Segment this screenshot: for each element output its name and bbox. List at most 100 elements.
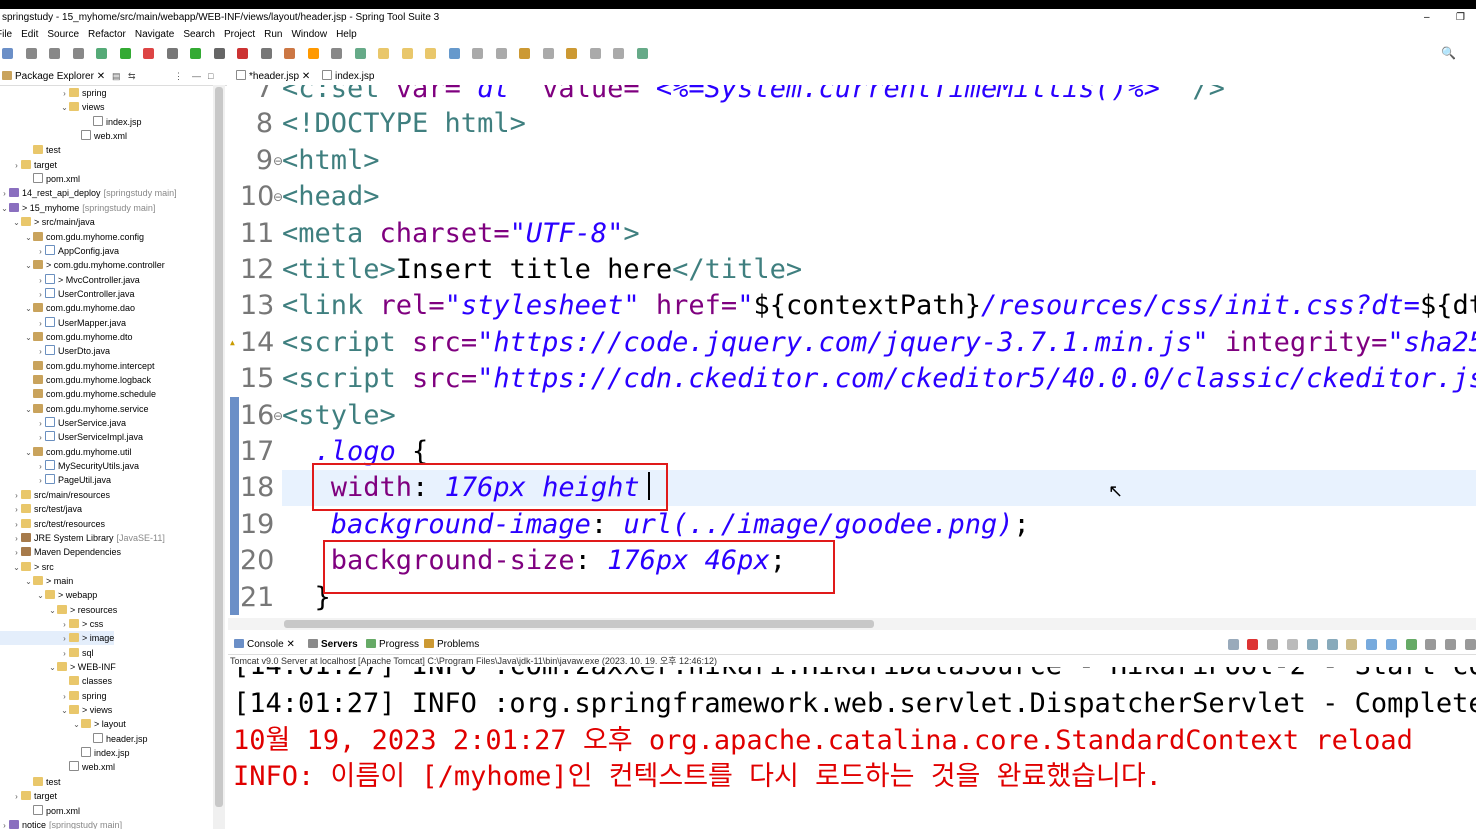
toolbar-tool-icon[interactable] [143, 48, 154, 59]
tree-item[interactable]: test [0, 775, 61, 789]
menu-source[interactable]: Source [47, 27, 79, 43]
code-line[interactable]: 9 ⊖ <html> [228, 143, 1476, 179]
minimize-button[interactable]: – [1424, 9, 1430, 27]
tree-item[interactable]: test [0, 143, 61, 157]
toolbar-tool-icon[interactable] [589, 48, 601, 59]
tree-item[interactable]: › > css [0, 617, 103, 631]
toolbar-tool-icon[interactable] [378, 48, 389, 59]
new-console-icon[interactable] [1405, 639, 1417, 650]
warning-icon[interactable]: ▲ [230, 338, 239, 347]
tree-item[interactable]: classes [0, 674, 112, 688]
tree-item[interactable]: › target [0, 789, 57, 803]
collapse-all-icon[interactable]: ▤ [112, 68, 121, 85]
tree-item[interactable]: › JRE System Library [JavaSE-11] [0, 531, 165, 545]
toolbar-tool-icon[interactable] [542, 48, 554, 59]
tree-item[interactable]: ⌄ > main [0, 574, 73, 588]
tree-item[interactable]: ⌄ com.gdu.myhome.config [0, 230, 144, 244]
toolbar-tool-icon[interactable] [566, 48, 577, 59]
menu-project[interactable]: Project [224, 27, 255, 43]
code-line[interactable]: 16 ⊖ <style> [228, 398, 1476, 434]
collapsed-arrow-icon[interactable]: › [36, 245, 45, 259]
toolbar-tool-icon[interactable] [2, 48, 13, 59]
collapsed-arrow-icon[interactable]: › [12, 503, 21, 517]
tab-console[interactable]: Console ✕ [234, 636, 295, 654]
tree-item[interactable]: pom.xml [0, 172, 80, 186]
collapsed-arrow-icon[interactable]: › [60, 690, 69, 704]
toolbar-tool-icon[interactable] [401, 48, 413, 59]
toolbar-tool-icon[interactable] [519, 48, 530, 59]
collapsed-arrow-icon[interactable]: › [12, 518, 21, 532]
show-console-icon[interactable] [1346, 639, 1358, 650]
collapsed-arrow-icon[interactable]: › [36, 431, 45, 445]
toolbar-tool-icon[interactable] [49, 48, 60, 59]
menu-refactor[interactable]: Refactor [88, 27, 126, 43]
collapsed-arrow-icon[interactable]: › [36, 274, 45, 288]
tree-item[interactable]: ⌄ com.gdu.myhome.util [0, 445, 132, 459]
tree-item[interactable]: › PageUtil.java [0, 473, 111, 487]
close-icon[interactable]: ✕ [284, 639, 294, 650]
tree-item[interactable]: ⌄ > views [0, 703, 112, 717]
tree-item[interactable]: com.gdu.myhome.intercept [0, 359, 155, 373]
editor-tab[interactable]: index.jsp [322, 68, 374, 85]
close-icon[interactable]: ✕ [299, 71, 310, 82]
toolbar-tool-icon[interactable] [96, 48, 107, 59]
expanded-arrow-icon[interactable]: ⌄ [24, 446, 33, 460]
expanded-arrow-icon[interactable]: ⌄ [48, 661, 57, 675]
console-output[interactable]: [14:01:27] INFO :com.zaxxer.hikari.Hikar… [228, 667, 1476, 829]
expanded-arrow-icon[interactable]: ⌄ [12, 216, 21, 230]
code-line[interactable]: 7 <c:set var="dt" value="<%=System.curren… [228, 85, 1476, 107]
menu-run[interactable]: Run [264, 27, 282, 43]
toolbar-tool-icon[interactable] [307, 48, 319, 59]
console-view-menu-icon[interactable] [1425, 639, 1437, 650]
collapsed-arrow-icon[interactable]: › [60, 87, 69, 101]
collapsed-arrow-icon[interactable]: › [36, 417, 45, 431]
code-line[interactable]: 14 ▲ <script src="https://code.jquery.com/… [228, 325, 1476, 361]
tree-item[interactable]: ⌄ com.gdu.myhome.dao [0, 301, 135, 315]
collapsed-arrow-icon[interactable]: › [36, 345, 45, 359]
tab-servers[interactable]: Servers [308, 636, 358, 654]
collapsed-arrow-icon[interactable]: › [0, 819, 9, 829]
menu-search[interactable]: Search [183, 27, 215, 43]
tree-item[interactable]: pom.xml [0, 804, 80, 818]
tree-item[interactable]: › src/main/resources [0, 488, 110, 502]
toolbar-tool-icon[interactable] [72, 48, 84, 59]
collapsed-arrow-icon[interactable]: › [60, 647, 69, 661]
tree-item[interactable]: › UserMapper.java [0, 316, 126, 330]
code-line[interactable]: 11 <meta charset="UTF-8"> [228, 216, 1476, 252]
code-line[interactable]: 13 <link rel="stylesheet" href="${context… [228, 288, 1476, 324]
expanded-arrow-icon[interactable]: ⌄ [72, 718, 81, 732]
tree-item[interactable]: index.jsp [0, 115, 142, 129]
collapsed-arrow-icon[interactable]: › [12, 532, 21, 546]
toolbar-tool-icon[interactable] [331, 48, 342, 59]
maximize-view-icon[interactable]: □ [208, 68, 213, 85]
open-console-icon[interactable] [1385, 639, 1397, 650]
tree-item[interactable]: com.gdu.myhome.logback [0, 373, 151, 387]
collapsed-arrow-icon[interactable]: › [12, 546, 21, 560]
expanded-arrow-icon[interactable]: ⌄ [12, 561, 21, 575]
tree-item[interactable]: › spring [0, 86, 107, 100]
collapsed-arrow-icon[interactable]: › [36, 474, 45, 488]
remove-launch-icon[interactable] [1267, 639, 1279, 650]
menu-file[interactable]: File [0, 27, 12, 43]
tree-item[interactable]: ⌄ > WEB-INF [0, 660, 116, 674]
tab-problems[interactable]: Problems [424, 636, 479, 654]
tab-progress[interactable]: Progress [366, 636, 419, 654]
tree-item[interactable]: com.gdu.myhome.schedule [0, 387, 156, 401]
tree-item[interactable]: › 14_rest_api_deploy [springstudy main] [0, 186, 177, 200]
tree-item[interactable]: › > MvcController.java [0, 273, 140, 287]
toolbar-tool-icon[interactable] [448, 48, 460, 59]
menu-navigate[interactable]: Navigate [135, 27, 174, 43]
tree-item[interactable]: header.jsp [0, 732, 148, 746]
toolbar-tool-icon[interactable] [636, 48, 648, 59]
tree-item[interactable]: web.xml [0, 760, 115, 774]
tree-item[interactable]: › UserController.java [0, 287, 135, 301]
toolbar-tool-icon[interactable] [25, 48, 37, 59]
tree-item[interactable]: › sql [0, 646, 94, 660]
collapsed-arrow-icon[interactable]: › [60, 632, 69, 646]
tree-item[interactable]: ⌄ > 15_myhome [springstudy main] [0, 201, 155, 215]
tree-item[interactable]: › MySecurityUtils.java [0, 459, 139, 473]
tree-item[interactable]: ⌄ > src [0, 560, 54, 574]
code-line[interactable]: 10 ⊖ <head> [228, 179, 1476, 215]
expanded-arrow-icon[interactable]: ⌄ [24, 403, 33, 417]
expanded-arrow-icon[interactable]: ⌄ [48, 604, 57, 618]
